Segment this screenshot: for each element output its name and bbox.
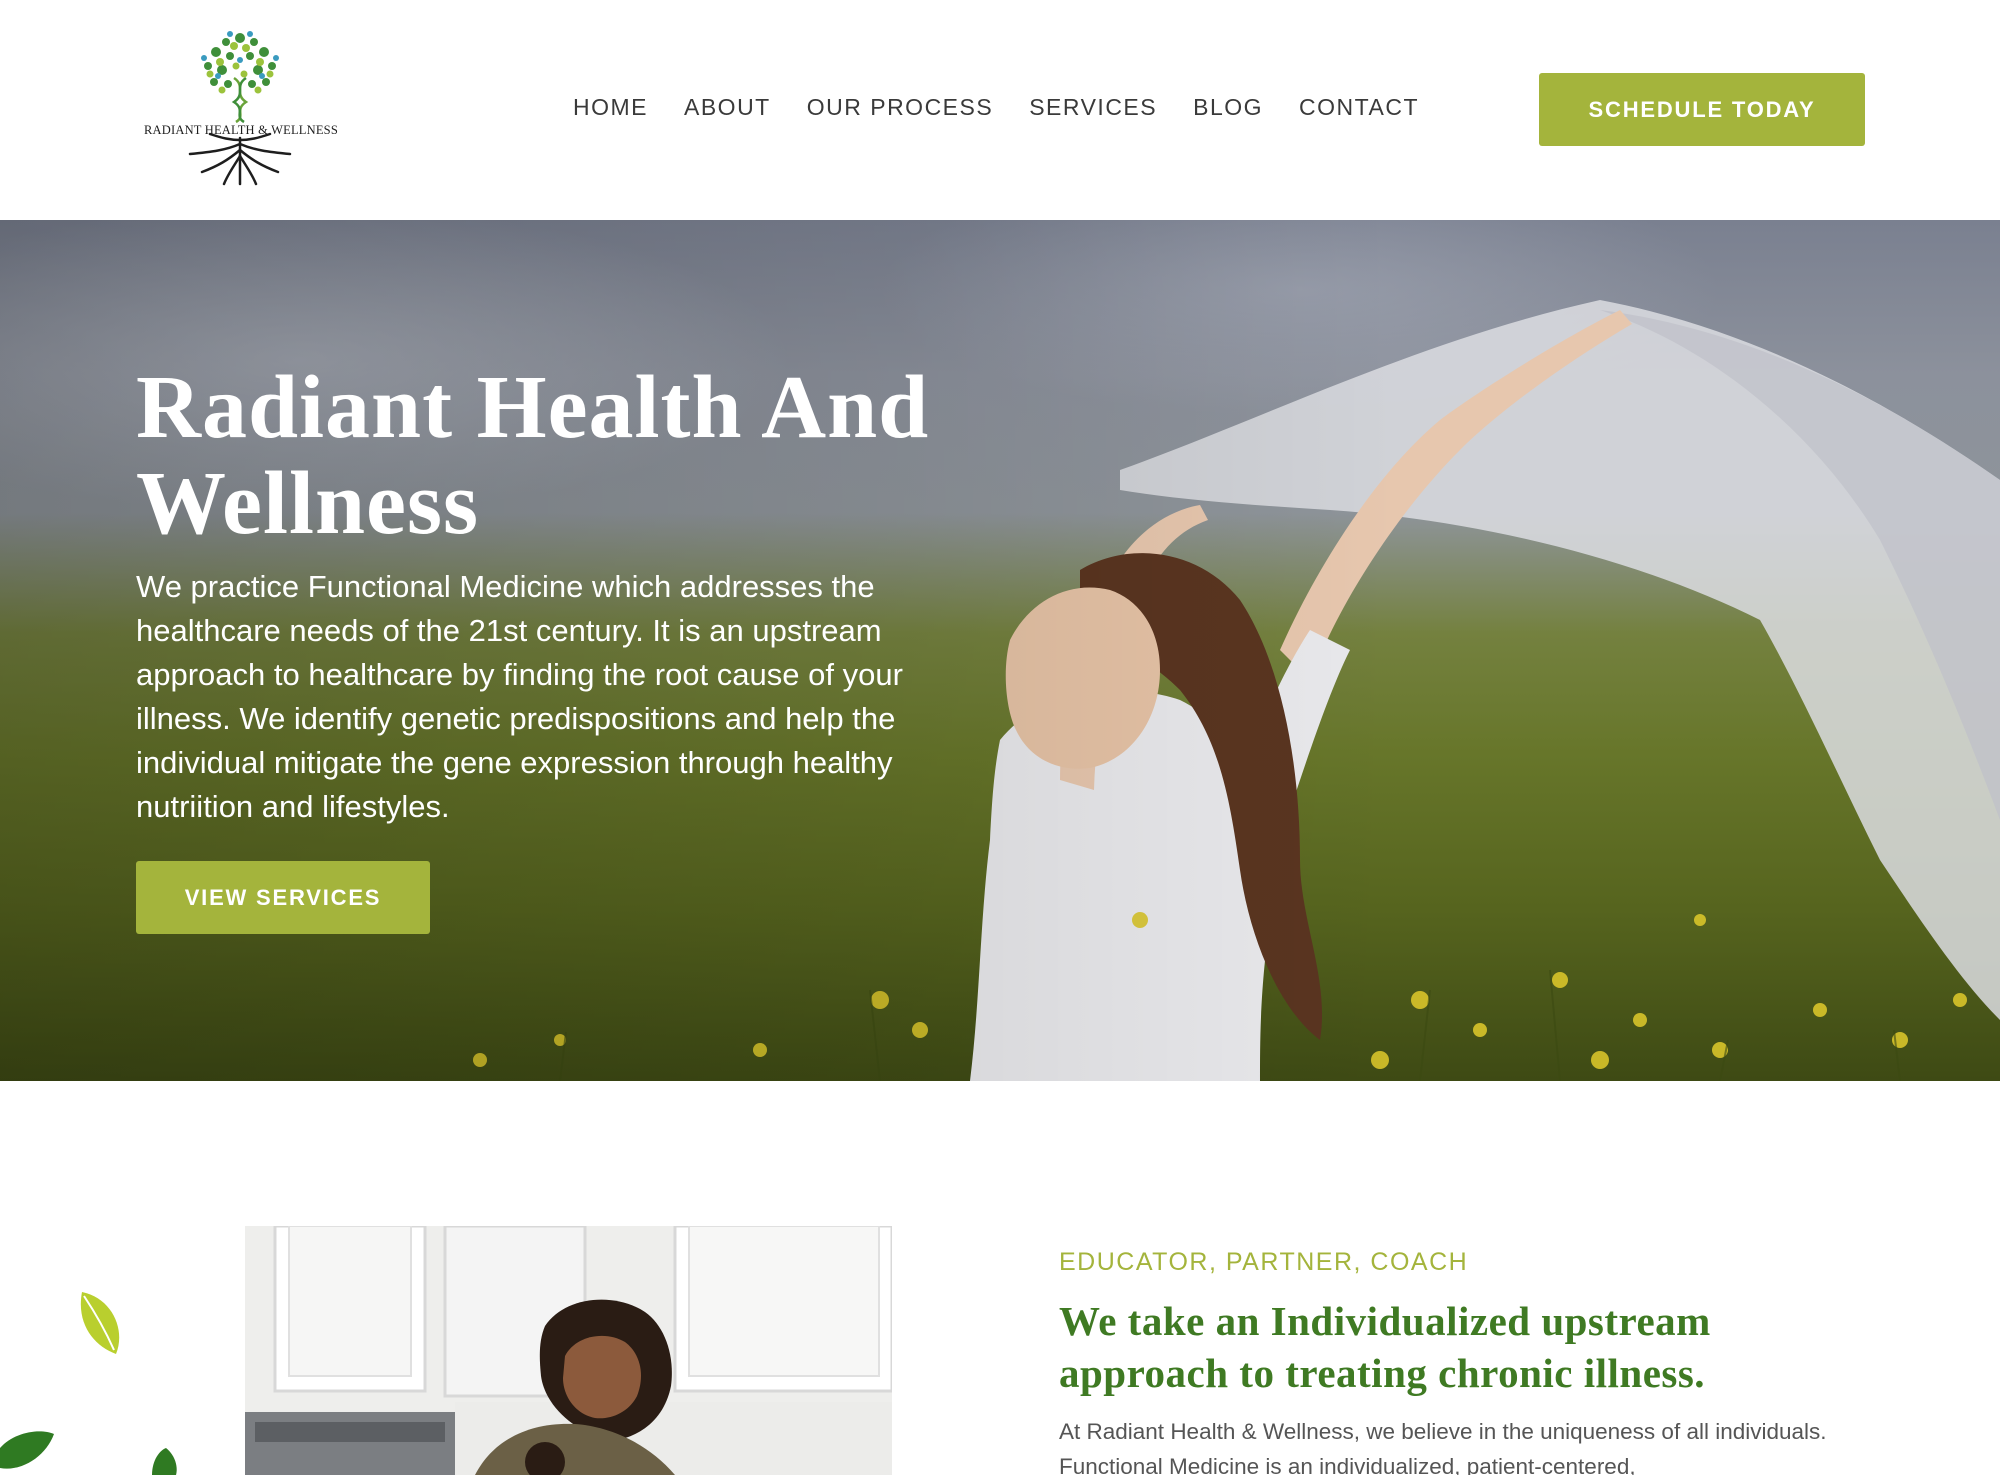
nav-item-about[interactable]: ABOUT	[684, 94, 771, 121]
nav-item-services[interactable]: SERVICES	[1029, 94, 1157, 121]
schedule-today-button[interactable]: SCHEDULE TODAY	[1539, 73, 1865, 146]
tree-logo-icon	[188, 31, 292, 186]
site-logo[interactable]: RADIANT HEALTH & WELLNESS	[130, 26, 350, 196]
section-eyebrow: EDUCATOR, PARTNER, COACH	[1059, 1248, 1469, 1276]
main-nav: HOME ABOUT OUR PROCESS SERVICES BLOG CON…	[573, 94, 1455, 121]
kitchen-photo-image	[245, 1226, 892, 1475]
view-services-button[interactable]: VIEW SERVICES	[136, 861, 430, 934]
leaf-icon	[152, 1448, 177, 1475]
hero-title: Radiant Health And Wellness	[136, 358, 930, 553]
logo-text: RADIANT HEALTH & WELLNESS	[143, 123, 338, 137]
nav-item-contact[interactable]: CONTACT	[1299, 94, 1419, 121]
about-photo	[245, 1226, 892, 1475]
section-title: We take an Individualized upstream appro…	[1059, 1298, 1711, 1396]
section-text: At Radiant Health & Wellness, we believe…	[1059, 1419, 1827, 1475]
hero-section: Radiant Health And Wellness We practice …	[0, 220, 2000, 1081]
site-header: RADIANT HEALTH & WELLNESS HOME ABOUT OUR…	[0, 0, 2000, 220]
leaf-icon	[80, 1292, 120, 1354]
leaf-icon	[0, 1431, 54, 1469]
nav-item-blog[interactable]: BLOG	[1193, 94, 1263, 121]
hero-description: We practice Functional Medicine which ad…	[136, 569, 903, 824]
nav-item-home[interactable]: HOME	[573, 94, 648, 121]
nav-item-our-process[interactable]: OUR PROCESS	[807, 94, 993, 121]
